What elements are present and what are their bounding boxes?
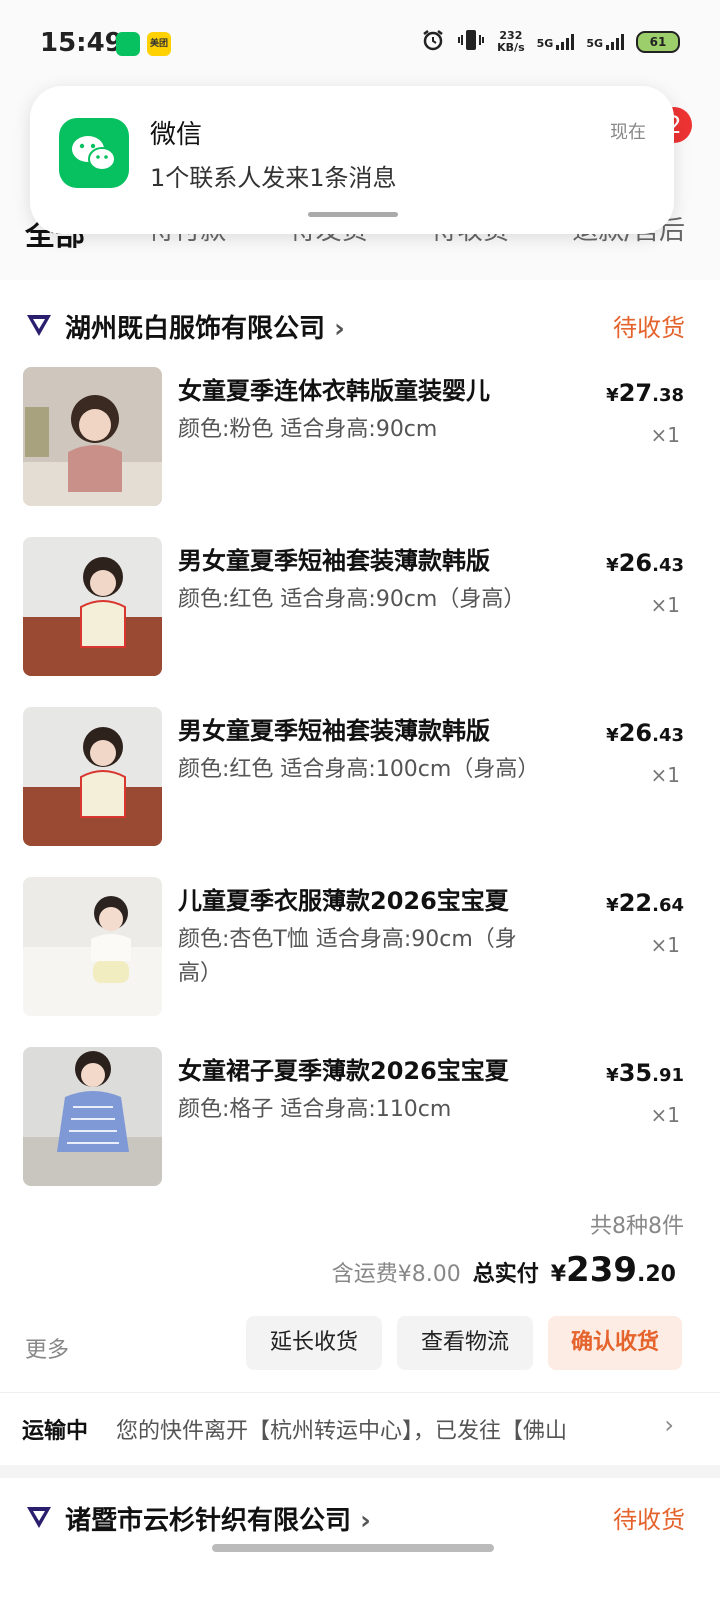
product-spec: 颜色:粉色 适合身高:90cm (178, 417, 438, 442)
product-spec: 颜色:红色 适合身高:90cm（身高） (178, 587, 526, 612)
notification-message: 1个联系人发来1条消息 (150, 164, 397, 192)
shop-header[interactable]: 诸暨市云杉针织有限公司 › 待收货 (25, 1500, 685, 1540)
order-card: 诸暨市云杉针织有限公司 › 待收货 (0, 1478, 720, 1600)
product-price: ¥35.91 (606, 1059, 684, 1087)
logistics-row[interactable]: 运输中 您的快件离开【杭州转运中心】，已发往【佛山 › (0, 1392, 720, 1465)
product-thumbnail[interactable] (23, 367, 162, 506)
network-speed: 232 KB/s (497, 28, 525, 54)
order-status: 待收货 (613, 314, 685, 342)
wechat-notification-icon (116, 32, 140, 56)
alarm-icon (421, 28, 445, 55)
more-button[interactable]: 更多 (25, 1332, 69, 1364)
product-spec: 颜色:格子 适合身高:110cm (178, 1097, 452, 1122)
product-price: ¥22.64 (606, 889, 684, 917)
order-card: 湖州既白服饰有限公司 › 待收货 女童夏季连体衣韩版童装婴儿 颜色:粉色 适合身… (0, 280, 720, 1392)
meituan-notification-icon: 美团 (147, 32, 171, 56)
shop-logo-icon (27, 1507, 51, 1528)
order-item[interactable]: 女童夏季连体衣韩版童装婴儿 颜色:粉色 适合身高:90cm ¥27.38 ×1 (0, 367, 720, 517)
wechat-notification-banner[interactable]: 微信 1个联系人发来1条消息 现在 (30, 86, 674, 234)
order-item[interactable]: 男女童夏季短袖套装薄款韩版 颜色:红色 适合身高:90cm（身高） ¥26.43… (0, 537, 720, 687)
shipping-fee: 含运费¥8.00 (331, 1262, 461, 1287)
product-spec: 颜色:红色 适合身高:100cm（身高） (178, 757, 540, 782)
product-price: ¥26.43 (606, 719, 684, 747)
logistics-text: 您的快件离开【杭州转运中心】，已发往【佛山 (116, 1419, 568, 1444)
chevron-right-icon: › (664, 1411, 674, 1439)
order-item[interactable]: 男女童夏季短袖套装薄款韩版 颜色:红色 适合身高:100cm（身高） ¥26.4… (0, 707, 720, 857)
notification-title: 微信 (150, 120, 203, 150)
order-status: 待收货 (613, 1506, 685, 1534)
logistics-status: 运输中 (22, 1419, 89, 1444)
order-total: 含运费¥8.00 总实付 ¥239.20 (332, 1250, 676, 1290)
product-price: ¥26.43 (606, 549, 684, 577)
status-indicators: 232 KB/s 5G 5G 61 (421, 28, 680, 55)
product-quantity: ×1 (650, 423, 680, 447)
order-item[interactable]: 儿童夏季衣服薄款2026宝宝夏 颜色:杏色T恤 适合身高:90cm（身高） ¥2… (0, 877, 720, 1027)
view-logistics-button[interactable]: 查看物流 (397, 1316, 533, 1370)
product-thumbnail[interactable] (23, 877, 162, 1016)
chevron-right-icon: › (360, 1506, 371, 1536)
product-title: 女童夏季连体衣韩版童装婴儿 (178, 377, 490, 405)
product-thumbnail[interactable] (23, 707, 162, 846)
product-title: 男女童夏季短袖套装薄款韩版 (178, 547, 490, 575)
order-item[interactable]: 女童裙子夏季薄款2026宝宝夏 颜色:格子 适合身高:110cm ¥35.91 … (0, 1047, 720, 1197)
vibrate-icon (457, 28, 485, 55)
product-spec: 颜色:杏色T恤 适合身高:90cm（身高） (178, 927, 517, 986)
product-thumbnail[interactable] (23, 1047, 162, 1186)
home-indicator[interactable] (212, 1544, 494, 1552)
notification-time: 现在 (610, 122, 646, 143)
status-bar: 15:49 美团 232 KB/s 5G 5G 61 (0, 0, 720, 86)
product-title: 儿童夏季衣服薄款2026宝宝夏 (178, 887, 509, 915)
product-quantity: ×1 (650, 1103, 680, 1127)
signal-sim1: 5G (537, 33, 575, 50)
status-time: 15:49 (40, 28, 123, 58)
signal-sim2: 5G (586, 33, 624, 50)
notification-handle[interactable] (308, 212, 398, 217)
signal-bars-icon (606, 33, 624, 50)
product-price: ¥27.38 (606, 379, 684, 407)
product-title: 男女童夏季短袖套装薄款韩版 (178, 717, 490, 745)
shop-name[interactable]: 湖州既白服饰有限公司 › (65, 308, 345, 345)
shop-logo-icon (27, 315, 51, 336)
chevron-right-icon: › (334, 314, 345, 344)
extend-receipt-button[interactable]: 延长收货 (246, 1316, 382, 1370)
product-quantity: ×1 (650, 593, 680, 617)
total-amount: ¥239.20 (550, 1250, 676, 1290)
product-title: 女童裙子夏季薄款2026宝宝夏 (178, 1057, 509, 1085)
battery-icon: 61 (636, 30, 680, 53)
shop-header[interactable]: 湖州既白服饰有限公司 › 待收货 (25, 308, 685, 348)
wechat-icon (59, 118, 129, 188)
total-label: 总实付 (472, 1262, 539, 1287)
item-count: 共8种8件 (590, 1214, 684, 1239)
signal-bars-icon (556, 33, 575, 50)
product-quantity: ×1 (650, 763, 680, 787)
confirm-receipt-button[interactable]: 确认收货 (548, 1316, 682, 1370)
product-thumbnail[interactable] (23, 537, 162, 676)
shop-name[interactable]: 诸暨市云杉针织有限公司 › (65, 1500, 371, 1537)
product-quantity: ×1 (650, 933, 680, 957)
